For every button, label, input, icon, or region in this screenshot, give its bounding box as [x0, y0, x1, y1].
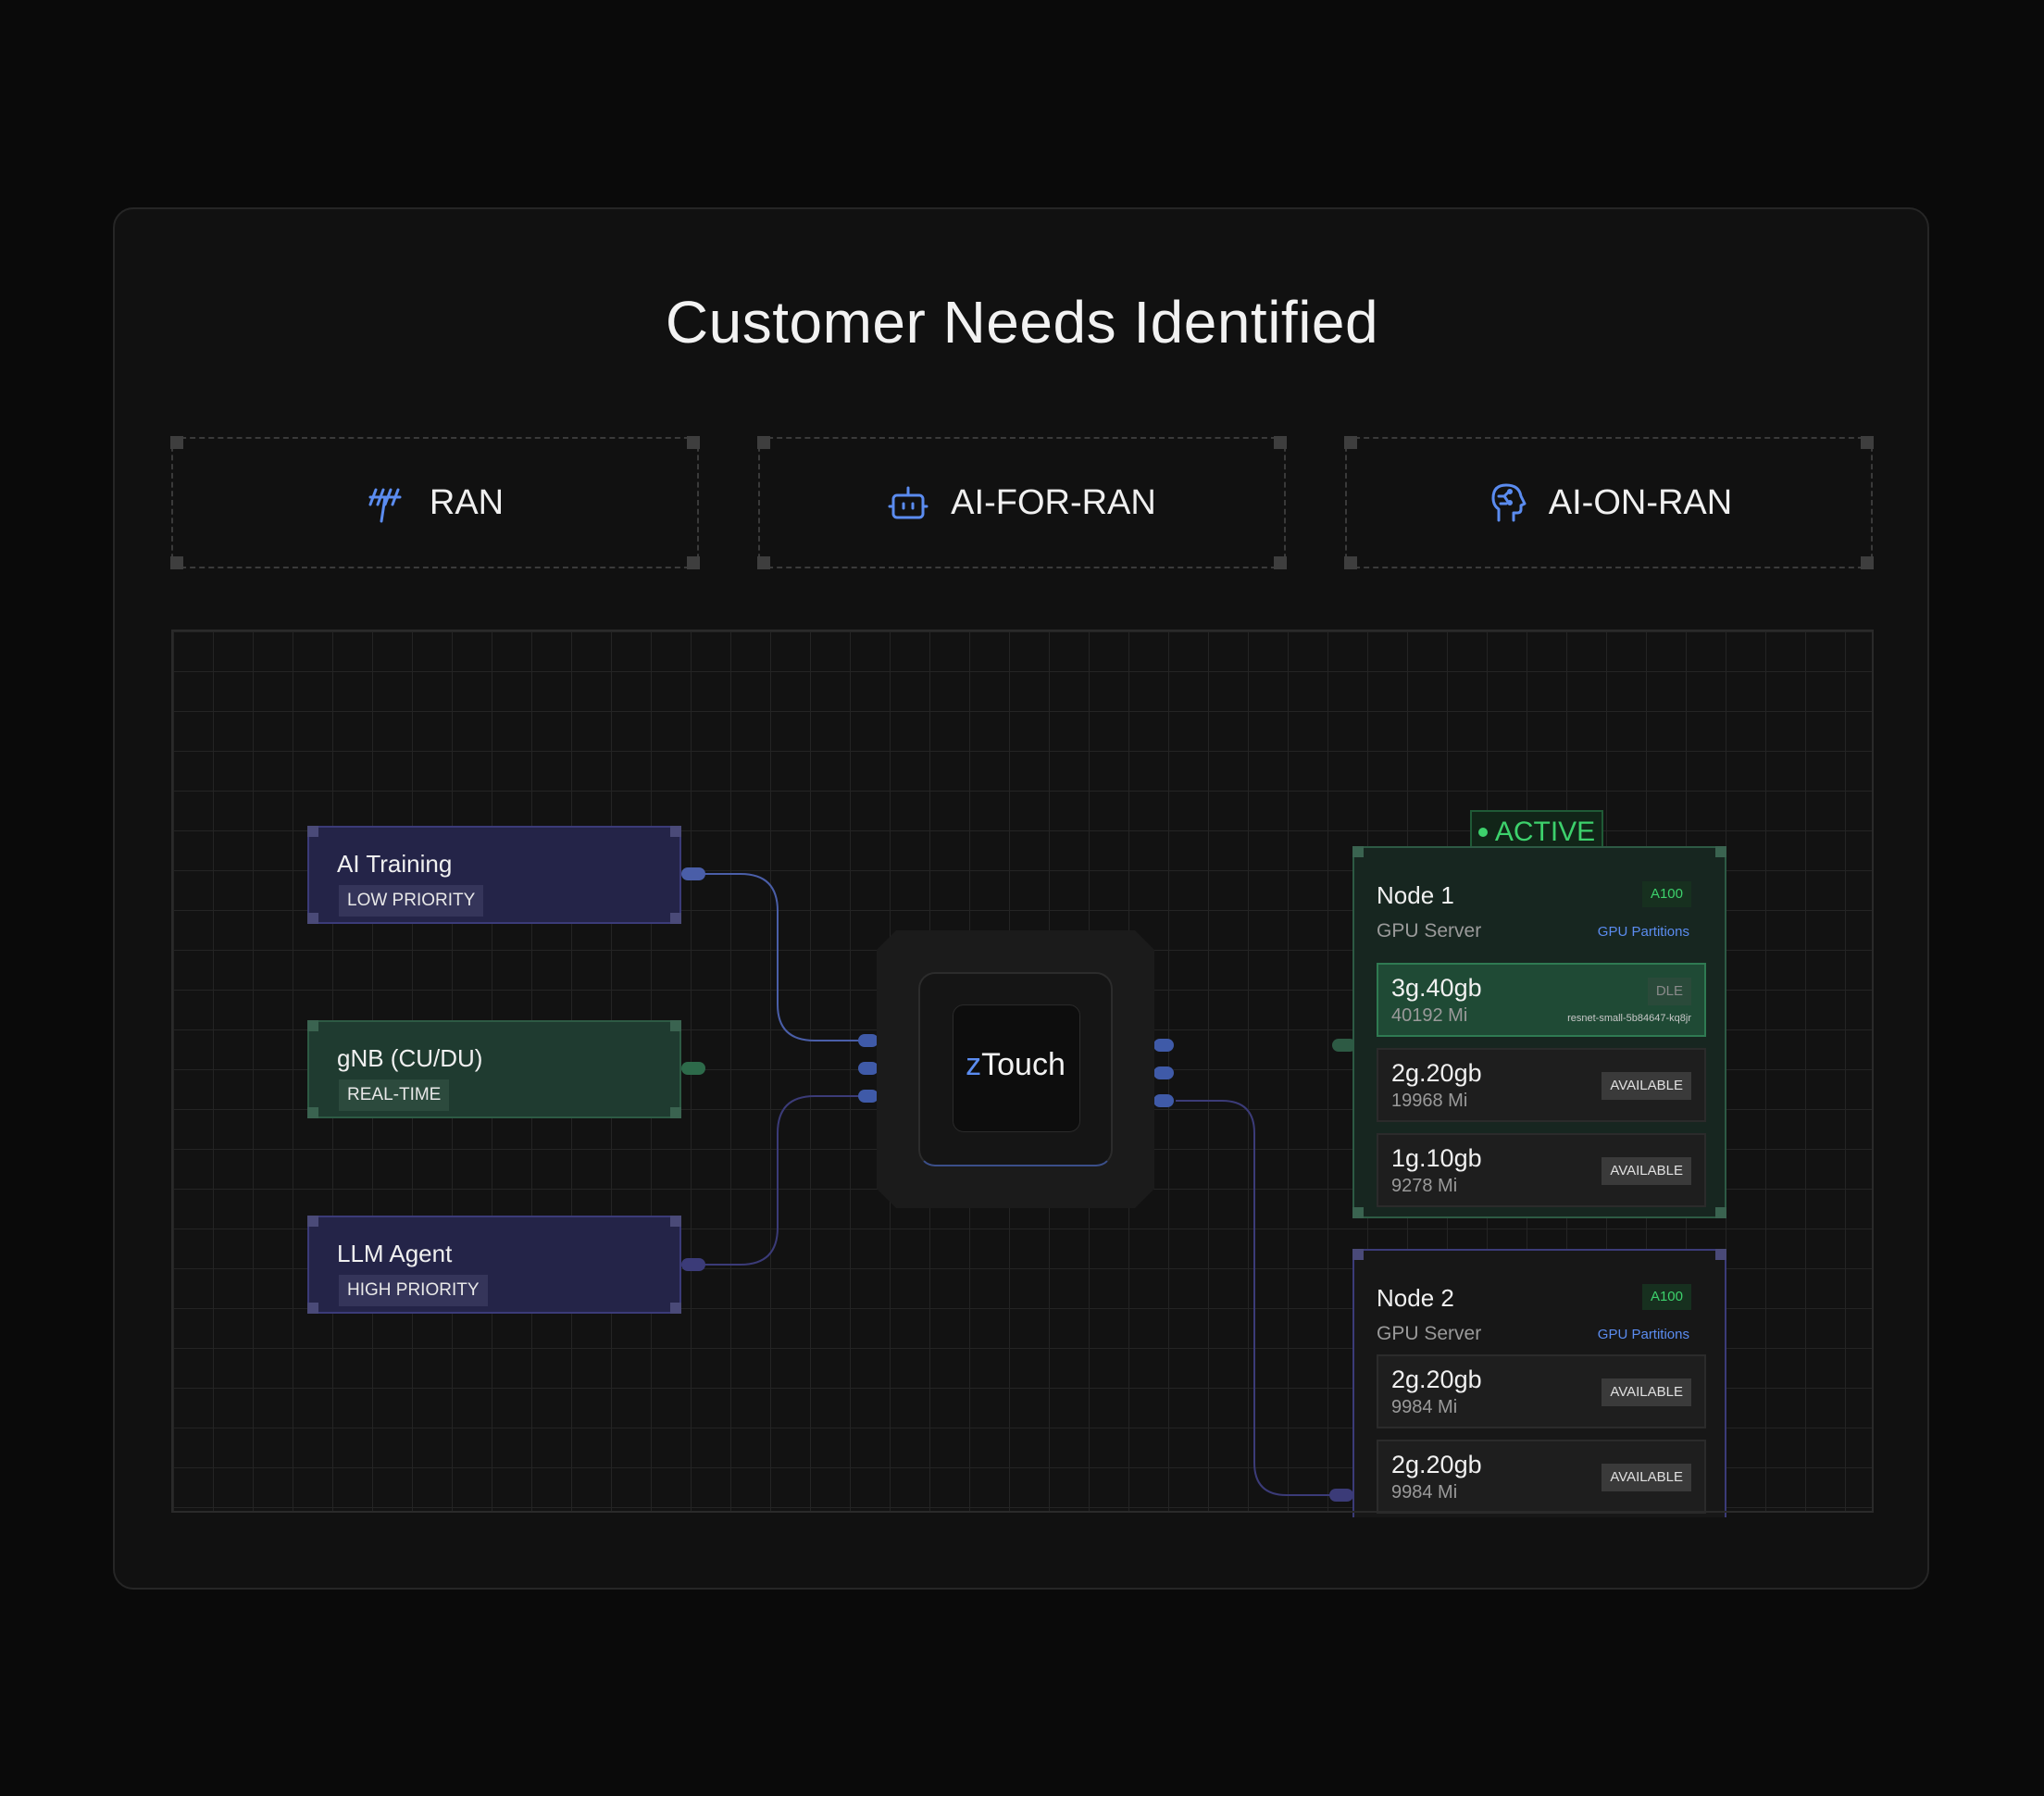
gpu-partitions-link[interactable]: GPU Partitions — [1598, 924, 1689, 940]
partition-profile: 2g.20gb — [1391, 1059, 1482, 1087]
chip-output-port[interactable] — [1153, 1039, 1174, 1052]
status-dot-icon — [1477, 828, 1488, 837]
partition-profile: 1g.10gb — [1391, 1144, 1482, 1172]
chip-input-port[interactable] — [858, 1062, 879, 1075]
partition-memory: 9984 Mi — [1391, 1397, 1458, 1417]
job-name: LLM Agent — [337, 1240, 453, 1267]
node-card-1[interactable]: Node 1 GPU Server A100 GPU Partitions 3g… — [1352, 846, 1726, 1218]
job-name: gNB (CU/DU) — [337, 1044, 483, 1072]
gpu-model-badge: A100 — [1641, 1284, 1691, 1310]
job-llm-agent[interactable]: LLM Agent HIGH PRIORITY — [307, 1216, 681, 1314]
partition-item[interactable]: 2g.20gb 9984 Mi AVAILABLE — [1377, 1354, 1706, 1428]
wire-ai-training — [696, 873, 861, 1041]
partition-profile: 3g.40gb — [1391, 974, 1482, 1002]
chip-input-port[interactable] — [858, 1090, 879, 1103]
partition-status-badge: AVAILABLE — [1602, 1378, 1691, 1406]
partition-profile: 2g.20gb — [1391, 1451, 1482, 1478]
wire-node2 — [1176, 1100, 1333, 1496]
job-name: AI Training — [337, 850, 453, 878]
partition-item[interactable]: 1g.10gb 9278 Mi AVAILABLE — [1377, 1133, 1706, 1207]
wire-llm-agent — [696, 1095, 861, 1266]
ztouch-orchestrator[interactable]: zTouch — [877, 930, 1154, 1208]
chip-output-port[interactable] — [1153, 1066, 1174, 1079]
pod-name: resnet-small-5b84647-kq8jr — [1567, 1013, 1691, 1024]
partition-memory: 9984 Mi — [1391, 1482, 1458, 1503]
node-subtitle: GPU Server — [1377, 920, 1482, 942]
partition-status-badge: AVAILABLE — [1602, 1072, 1691, 1100]
partition-status-badge: DLE — [1647, 978, 1691, 1005]
partition-memory: 40192 Mi — [1391, 1005, 1468, 1026]
partition-profile: 2g.20gb — [1391, 1366, 1482, 1393]
chip-output-port[interactable] — [1153, 1094, 1174, 1107]
job-gnb[interactable]: gNB (CU/DU) REAL-TIME — [307, 1020, 681, 1118]
job-ai-training[interactable]: AI Training LOW PRIORITY — [307, 826, 681, 924]
output-port[interactable] — [681, 1062, 705, 1075]
priority-tag: HIGH PRIORITY — [339, 1275, 488, 1306]
priority-tag: LOW PRIORITY — [339, 885, 484, 917]
partition-status-badge: AVAILABLE — [1602, 1157, 1691, 1185]
output-port[interactable] — [681, 867, 705, 880]
priority-tag: REAL-TIME — [339, 1079, 450, 1111]
partition-item[interactable]: 2g.20gb 9984 Mi AVAILABLE — [1377, 1440, 1706, 1514]
canvas-bottom-edge — [171, 1511, 1874, 1513]
partition-item[interactable]: 3g.40gb 40192 Mi DLE resnet-small-5b8464… — [1377, 963, 1706, 1037]
node-subtitle: GPU Server — [1377, 1323, 1482, 1344]
partition-memory: 9278 Mi — [1391, 1176, 1458, 1196]
partition-item[interactable]: 2g.20gb 19968 Mi AVAILABLE — [1377, 1048, 1706, 1122]
output-port[interactable] — [681, 1258, 705, 1271]
chip-input-port[interactable] — [858, 1034, 879, 1047]
orchestrator-name: zTouch — [966, 1047, 1066, 1082]
gpu-model-badge: A100 — [1641, 881, 1691, 907]
partition-memory: 19968 Mi — [1391, 1091, 1468, 1111]
node-name: Node 1 — [1377, 881, 1454, 909]
gpu-partitions-link[interactable]: GPU Partitions — [1598, 1327, 1689, 1342]
node-input-port[interactable] — [1329, 1489, 1353, 1502]
node-name: Node 2 — [1377, 1284, 1454, 1312]
partition-status-badge: AVAILABLE — [1602, 1464, 1691, 1491]
node-card-2[interactable]: Node 2 GPU Server A100 GPU Partitions 2g… — [1352, 1249, 1726, 1517]
